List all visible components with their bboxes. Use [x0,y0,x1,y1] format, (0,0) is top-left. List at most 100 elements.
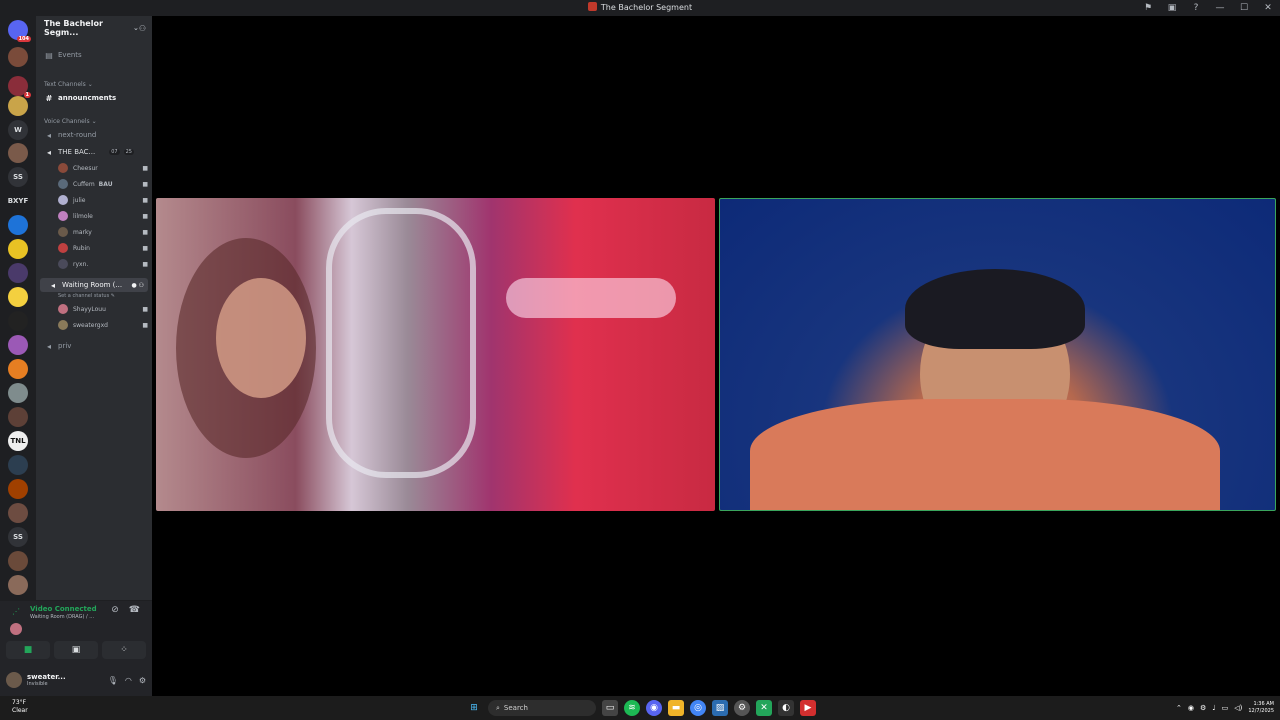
channel-bachelor-voice[interactable]: ◂ THE BAC... 07 25 [36,145,152,159]
avatar [58,243,68,253]
server-icon[interactable] [8,215,28,235]
server-icon[interactable] [8,575,28,595]
file-explorer-icon[interactable]: ▬ [668,700,684,716]
voice-user[interactable]: Cuffem BAU ■ [58,177,148,191]
user-info[interactable]: sweater... Invisible [27,673,66,687]
server-icon[interactable] [8,479,28,499]
discord-tray-icon[interactable]: ◉ [1188,704,1194,712]
add-member-icon[interactable]: ⚇ [139,24,146,33]
volume-icon[interactable]: ◁) [1234,704,1242,712]
server-icon[interactable] [8,551,28,571]
taskbar-search[interactable]: ⌕ Search [488,700,596,716]
voice-user[interactable]: sweatergxd ■ [58,318,148,332]
server-icon[interactable] [8,383,28,403]
server-icon[interactable]: BXYF [8,191,28,211]
voice-user[interactable]: marky ■ [58,225,148,239]
server-icon[interactable] [8,407,28,427]
server-icon[interactable] [8,503,28,523]
camera-icon: ■ [142,228,148,236]
voice-user[interactable]: julie ■ [58,193,148,207]
flag-icon[interactable]: ⚑ [1136,0,1160,16]
voice-user[interactable]: Cheesur ■ [58,161,148,175]
server-icon[interactable] [8,143,28,163]
server-icon[interactable] [8,455,28,475]
server-icon[interactable] [8,263,28,283]
speaker-icon: ◂ [46,130,51,140]
server-icon[interactable] [8,359,28,379]
call-actions: ■ ▣ ⁘ [6,641,146,659]
ring-light [326,208,476,478]
settings-icon[interactable]: ⚙ [734,700,750,716]
server-icon[interactable]: W [8,120,28,140]
app-red-icon[interactable]: ▶ [800,700,816,716]
minimize-button[interactable]: — [1208,0,1232,16]
help-icon[interactable]: ? [1184,0,1208,16]
guild-name: The Bachelor Segm... [44,19,103,37]
server-icon[interactable]: TNL [8,431,28,451]
chevron-down-icon: ⌄ [87,80,93,88]
app-green-icon[interactable]: ✕ [756,700,772,716]
video-tile-shayylouu[interactable] [156,198,715,511]
user-controls: 🎙 ◠ ⚙ [108,676,146,685]
server-icon[interactable]: SS [8,527,28,547]
voice-user-name: Cuffem [73,180,95,188]
channel-next-round[interactable]: ◂ next-round [36,128,152,142]
close-button[interactable]: ✕ [1256,0,1280,16]
mic-tray-icon[interactable]: ♩ [1212,704,1215,712]
text-channels-category[interactable]: Text Channels ⌄ [36,77,152,91]
server-icon[interactable] [8,311,28,331]
server-icon[interactable] [8,287,28,307]
voice-user[interactable]: ryxn. ■ [58,257,148,271]
server-icon[interactable]: 104 [8,20,31,42]
screen-share-button[interactable]: ▣ [54,641,98,659]
inbox-icon[interactable]: ▣ [1160,0,1184,16]
noise-suppression-icon[interactable]: ⊘ [111,605,119,615]
photos-icon[interactable]: ▨ [712,700,728,716]
server-icon[interactable] [8,47,28,67]
spotify-icon[interactable]: ≋ [624,700,640,716]
channel-priv[interactable]: ◂ priv [36,339,152,353]
server-icon[interactable]: 1 [8,76,31,98]
channel-status[interactable]: Set a channel status ✎ [58,289,152,303]
voice-channel-name[interactable]: Waiting Room (DRAG) / ... [30,614,94,620]
server-icon[interactable] [8,239,28,259]
voice-channels-category[interactable]: Voice Channels ⌄ [36,114,152,128]
settings-tray-icon[interactable]: ⚙ [1200,704,1206,712]
task-view-icon[interactable]: ▭ [602,700,618,716]
tray-chevron-icon[interactable]: ⌃ [1176,704,1182,712]
video-tile-sweatergxd[interactable] [719,198,1276,511]
clock[interactable]: 1:36 AM 12/7/2025 [1248,701,1274,715]
maximize-button[interactable]: ☐ [1232,0,1256,16]
title-bar-controls: ⚑ ▣ ? — ☐ ✕ [1136,0,1280,16]
chat-icon[interactable]: ● ⚇ [131,282,144,289]
windows-start-icon[interactable]: ⊞ [466,700,482,716]
camera-icon: ■ [142,180,148,188]
avatar [58,227,68,237]
pencil-icon: ✎ [110,293,115,299]
settings-gear-icon[interactable]: ⚙ [139,676,146,685]
server-icon[interactable] [8,335,28,355]
chrome-icon[interactable]: ◎ [690,700,706,716]
voice-user[interactable]: Rubin ■ [58,241,148,255]
voice-panel-controls: ⊘ ☎ [111,605,140,615]
network-icon[interactable]: ▭ [1222,704,1229,712]
weather-widget[interactable]: 73°F Clear [12,699,28,715]
disconnect-icon[interactable]: ☎ [129,605,140,615]
window-title: The Bachelor Segment [600,3,693,12]
server-icon[interactable]: SS [8,167,28,187]
voice-channels-label: Voice Channels [44,117,90,125]
camera-button[interactable]: ■ [6,641,50,659]
discord-icon[interactable]: ◉ [646,700,662,716]
channel-announcements[interactable]: # announcments [36,91,152,105]
events-item[interactable]: ▤ Events [36,48,152,62]
guild-header[interactable]: The Bachelor Segm... ⌄ ⚇ [36,16,152,40]
activities-button[interactable]: ⁘ [102,641,146,659]
microphone-icon[interactable]: 🎙 [108,676,118,685]
voice-user[interactable]: lilmole ■ [58,209,148,223]
voice-user[interactable]: ShayyLouu ■ [58,302,148,316]
avatar[interactable] [6,672,22,688]
channel-announcements-label: announcments [58,94,117,102]
headphones-icon[interactable]: ◠ [125,676,132,685]
app-dark-icon[interactable]: ◐ [778,700,794,716]
server-icon[interactable] [8,96,28,116]
